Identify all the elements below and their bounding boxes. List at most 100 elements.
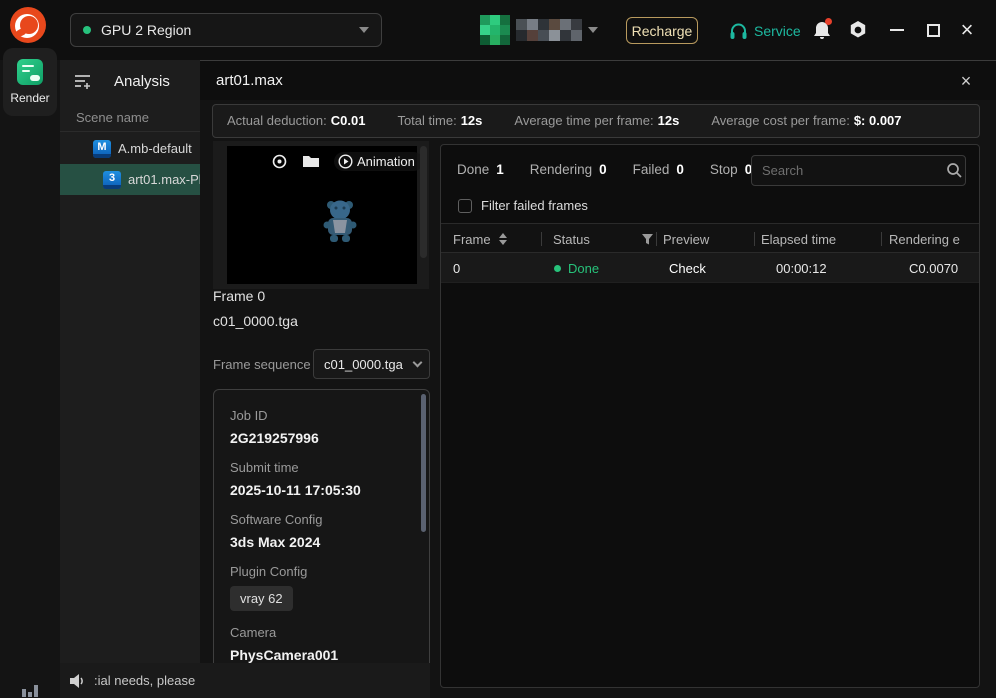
frame-file-name: c01_0000.tga [213, 313, 298, 329]
submit-time-value: 2025-10-11 17:05:30 [230, 482, 413, 498]
count-rendering: Rendering0 [530, 161, 607, 179]
detail-tab-bar: art01.max [200, 60, 996, 100]
stat-actual-deduction: Actual deduction:C0.01 [227, 112, 365, 130]
filter-failed-label: Filter failed frames [481, 198, 588, 213]
settings-button[interactable] [847, 19, 869, 41]
cell-status: Done [554, 253, 599, 283]
filter-failed-checkbox[interactable] [458, 199, 472, 213]
plugin-tag: vray 62 [230, 586, 293, 611]
sort-icon[interactable] [499, 233, 507, 245]
tab-analysis[interactable]: Analysis [114, 73, 170, 90]
chevron-down-icon [413, 358, 423, 368]
frame-sequence-select[interactable]: c01_0000.tga [313, 349, 430, 379]
detail-panel: art01.max Actual deduction:C0.01 Total t… [200, 60, 996, 698]
column-preview: Preview [663, 224, 709, 253]
frame-preview-box: Animation [213, 141, 429, 289]
job-card-scrollbar[interactable] [421, 394, 426, 532]
window-maximize-button[interactable] [919, 20, 947, 40]
nav-item-render[interactable]: Render [3, 48, 57, 116]
frame-counts: Done1 Rendering0 Failed0 Stop0 [457, 161, 752, 179]
count-stop: Stop0 [710, 161, 752, 179]
column-rendering-expenses: Rendering e [889, 224, 960, 253]
frame-sequence-value: c01_0000.tga [324, 357, 414, 372]
stat-avg-cost: Average cost per frame:$: 0.007 [711, 112, 901, 130]
job-id-value: 2G219257996 [230, 430, 413, 446]
table-header: Frame Status Preview Elapsed time Render… [441, 223, 979, 253]
frames-table-card: Done1 Rendering0 Failed0 Stop0 [440, 144, 980, 688]
scene-name-column-header: Scene name [76, 110, 149, 125]
column-frame[interactable]: Frame [453, 224, 507, 253]
recharge-button[interactable]: Recharge [626, 17, 698, 44]
check-preview-link[interactable]: Check [669, 253, 706, 283]
count-done: Done1 [457, 161, 504, 179]
scene-label: A.mb-default [118, 141, 192, 156]
character-thumbnail [323, 198, 357, 254]
job-id-label: Job ID [230, 408, 413, 423]
render-nav-label: Render [10, 91, 49, 105]
max-icon: 3 [103, 171, 121, 189]
window-minimize-button[interactable] [883, 20, 911, 40]
divider [60, 131, 200, 132]
stats-bar: Actual deduction:C0.01 Total time:12s Av… [212, 104, 980, 138]
search-icon[interactable] [946, 162, 963, 179]
search-box [751, 155, 966, 186]
window-close-button[interactable] [953, 16, 981, 44]
software-config-value: 3ds Max 2024 [230, 534, 413, 550]
headphones-icon [729, 22, 748, 40]
stat-avg-time: Average time per frame:12s [514, 112, 679, 130]
close-tab-button[interactable] [954, 69, 978, 93]
notice-marquee: :ial needs, please [60, 663, 430, 698]
scene-row-art01[interactable]: 3 art01.max-Ph [60, 164, 200, 195]
user-menu[interactable] [480, 14, 598, 46]
statistics-button[interactable] [17, 678, 43, 698]
app-window: GPU 2 Region Recharge Service [0, 0, 996, 698]
open-folder-icon[interactable] [302, 154, 320, 169]
username-redacted [516, 19, 582, 41]
count-failed: Failed0 [633, 161, 684, 179]
region-selector[interactable]: GPU 2 Region [70, 13, 382, 47]
detail-tab-title: art01.max [216, 72, 283, 89]
job-info-card: Job ID 2G219257996 Submit time 2025-10-1… [213, 389, 430, 688]
render-icon [17, 59, 43, 85]
scene-label: art01.max-Ph [128, 172, 200, 187]
cell-rendering-expense: C0.0070 [909, 253, 958, 283]
column-elapsed-time: Elapsed time [761, 224, 836, 253]
frame-sequence-label: Frame sequence [213, 357, 311, 372]
service-button[interactable]: Service [729, 17, 801, 44]
camera-value: PhysCamera001 [230, 647, 413, 663]
top-bar: GPU 2 Region Recharge Service [0, 0, 996, 60]
cell-frame: 0 [453, 253, 460, 283]
frame-number-label: Frame 0 [213, 288, 265, 304]
submit-time-label: Submit time [230, 460, 413, 475]
status-done-dot [554, 265, 561, 272]
plugin-config-label: Plugin Config [230, 564, 413, 579]
notification-badge [825, 18, 832, 25]
column-scrollbar[interactable] [420, 146, 427, 258]
avatar [480, 15, 510, 45]
app-logo-icon [10, 7, 46, 43]
software-config-label: Software Config [230, 512, 413, 527]
table-row[interactable]: 0 Done Check 00:00:12 C0.0070 [441, 253, 979, 283]
collapse-list-icon[interactable] [74, 73, 92, 89]
chevron-down-icon [588, 27, 598, 33]
notification-bell-button[interactable] [810, 18, 834, 42]
region-status-dot [83, 26, 91, 34]
analysis-header: Analysis [60, 60, 200, 102]
scene-row-amb[interactable]: M A.mb-default [60, 133, 200, 164]
camera-label: Camera [230, 625, 413, 640]
filter-funnel-icon[interactable] [642, 234, 653, 245]
play-icon [338, 154, 353, 169]
speaker-icon [68, 673, 86, 689]
locate-frame-icon[interactable] [271, 153, 288, 170]
notice-text: :ial needs, please [94, 673, 195, 688]
animation-button[interactable]: Animation [334, 152, 423, 171]
column-status[interactable]: Status [553, 224, 653, 253]
stat-total-time: Total time:12s [397, 112, 482, 130]
chevron-down-icon [359, 27, 369, 33]
service-label: Service [754, 23, 801, 39]
search-input[interactable] [754, 163, 946, 178]
region-selector-value: GPU 2 Region [101, 22, 359, 38]
maya-icon: M [93, 140, 111, 158]
left-rail [0, 60, 60, 698]
cell-elapsed-time: 00:00:12 [776, 253, 827, 283]
